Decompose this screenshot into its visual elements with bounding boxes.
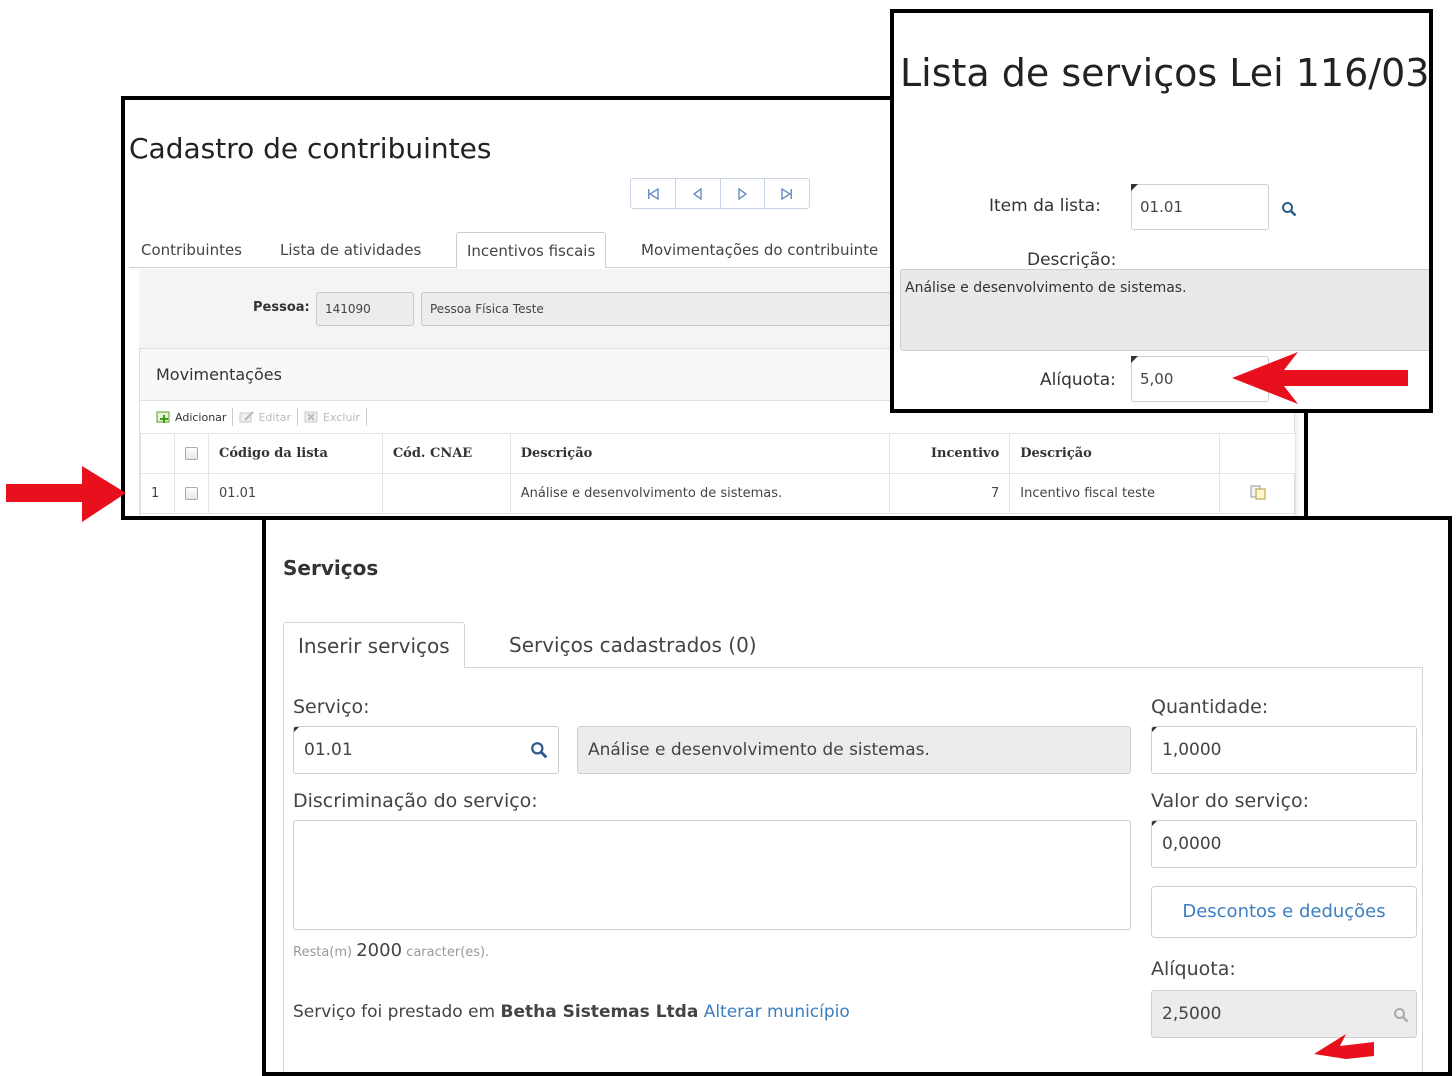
servicos-panel: Serviços Inserir serviços Serviços cadas… <box>262 516 1452 1076</box>
prestado-company: Betha Sistemas Ltda <box>500 1002 699 1022</box>
delete-button[interactable]: Excluir <box>298 408 367 426</box>
page-title: Cadastro de contribuintes <box>129 132 492 165</box>
section-title: Movimentações <box>156 365 282 384</box>
col-cod-cnae[interactable]: Cód. CNAE <box>381 433 511 474</box>
annotation-arrow-aliquota <box>1232 352 1408 404</box>
cell-descricao: Análise e desenvolvimento de sistemas. <box>509 473 891 514</box>
quantidade-field[interactable]: 1,0000 <box>1151 726 1417 774</box>
valor-label: Valor do serviço: <box>1151 790 1310 812</box>
table-row[interactable]: 1 01.01 Análise e desenvolvimento de sis… <box>140 473 1296 514</box>
aliquota-field: 2,5000 <box>1151 990 1417 1038</box>
valor-field[interactable]: 0,0000 <box>1151 820 1417 868</box>
edit-icon <box>239 411 255 423</box>
cell-cnae <box>381 473 511 514</box>
descontos-deducoes-button[interactable]: Descontos e deduções <box>1151 886 1417 938</box>
row-checkbox[interactable] <box>184 487 198 500</box>
aliquota-label: Alíquota: <box>1040 370 1116 390</box>
pessoa-name-field: Pessoa Física Teste <box>421 292 901 326</box>
add-icon <box>156 411 170 423</box>
col-codigo-lista[interactable]: Código da lista <box>207 433 383 474</box>
table-header-row: Código da lista Cód. CNAE Descrição Ince… <box>140 433 1296 474</box>
servico-label: Serviço: <box>293 696 370 718</box>
col-descricao-incentivo[interactable]: Descrição <box>1009 433 1221 474</box>
edit-button-label: Editar <box>258 410 292 424</box>
annotation-arrow-bottom <box>1314 1034 1374 1059</box>
cell-codigo: 01.01 <box>207 473 383 514</box>
char-counter: Resta(m) 2000 caracter(es). <box>293 940 489 961</box>
alterar-municipio-link[interactable]: Alterar município <box>704 1002 850 1022</box>
annotation-arrow-row <box>6 466 126 522</box>
search-icon[interactable] <box>1281 201 1297 217</box>
copy-icon[interactable] <box>1249 484 1267 500</box>
panel-title: Serviços <box>283 556 379 580</box>
tab-contribuintes[interactable]: Contribuintes <box>131 232 252 268</box>
char-counter-prefix: Resta(m) <box>293 945 353 960</box>
descricao-label: Descrição: <box>1027 250 1117 270</box>
delete-button-label: Excluir <box>323 410 360 424</box>
valor-value: 0,0000 <box>1162 834 1222 854</box>
quantidade-value: 1,0000 <box>1162 740 1222 760</box>
panel-title: Lista de serviços Lei 116/03 <box>900 51 1430 95</box>
prev-icon <box>692 187 702 200</box>
item-lista-label: Item da lista: <box>989 196 1101 216</box>
record-navigation <box>630 178 810 209</box>
tab-inserir-servicos[interactable]: Inserir serviços <box>283 622 465 668</box>
search-icon[interactable] <box>530 741 548 759</box>
prestado-prefix: Serviço foi prestado em <box>293 1002 496 1022</box>
col-incentivo[interactable]: Incentivo <box>889 433 1011 474</box>
char-counter-count: 2000 <box>356 940 403 961</box>
item-lista-value: 01.01 <box>1140 198 1183 216</box>
row-select-cell <box>173 473 209 514</box>
aliquota-label: Alíquota: <box>1151 958 1236 980</box>
servico-code-field[interactable]: 01.01 <box>293 726 559 774</box>
movimentacoes-table: Código da lista Cód. CNAE Descrição Ince… <box>140 433 1296 514</box>
prev-record-button[interactable] <box>676 179 721 208</box>
last-record-button[interactable] <box>765 179 809 208</box>
cell-incentivo: 7 <box>889 473 1011 514</box>
next-icon <box>738 187 748 200</box>
delete-icon <box>304 411 318 423</box>
quantidade-label: Quantidade: <box>1151 696 1269 718</box>
servico-desc-field: Análise e desenvolvimento de sistemas. <box>577 726 1131 774</box>
col-actions <box>1219 433 1296 474</box>
descricao-field: Análise e desenvolvimento de sistemas. <box>900 269 1429 351</box>
add-button[interactable]: Adicionar <box>150 408 234 426</box>
discriminacao-label: Discriminação do serviço: <box>293 790 538 812</box>
search-icon[interactable] <box>1393 1007 1409 1023</box>
tab-movimentacoes[interactable]: Movimentações do contribuinte <box>631 232 888 268</box>
tab-lista-atividades[interactable]: Lista de atividades <box>270 232 431 268</box>
discriminacao-textarea[interactable] <box>293 820 1131 930</box>
add-button-label: Adicionar <box>175 410 227 424</box>
field-corner-marker <box>1152 821 1158 827</box>
tab-bar: Inserir serviços Serviços cadastrados (0… <box>283 622 1423 668</box>
select-all-header <box>173 433 209 474</box>
field-corner-marker <box>1152 727 1158 733</box>
field-corner-marker <box>1131 184 1138 191</box>
select-all-checkbox[interactable] <box>184 447 198 460</box>
row-number-header <box>140 433 175 474</box>
first-icon <box>647 187 659 200</box>
last-icon <box>781 187 793 200</box>
cell-actions <box>1219 473 1296 514</box>
servico-code-value: 01.01 <box>304 740 353 760</box>
field-corner-marker <box>294 727 300 733</box>
row-number: 1 <box>140 473 175 514</box>
edit-button[interactable]: Editar <box>233 408 299 426</box>
field-corner-marker <box>1131 356 1138 363</box>
aliquota-value: 5,00 <box>1140 370 1174 388</box>
pessoa-label: Pessoa: <box>253 300 310 315</box>
tab-servicos-cadastrados[interactable]: Serviços cadastrados (0) <box>495 622 771 668</box>
next-record-button[interactable] <box>721 179 766 208</box>
cell-descricao-incentivo: Incentivo fiscal teste <box>1009 473 1221 514</box>
prestado-info: Serviço foi prestado em Betha Sistemas L… <box>293 1002 850 1022</box>
item-lista-field[interactable]: 01.01 <box>1131 184 1269 230</box>
first-record-button[interactable] <box>631 179 676 208</box>
grid-toolbar: Adicionar Editar Excluir <box>150 405 367 429</box>
char-counter-suffix: caracter(es). <box>406 945 490 960</box>
col-descricao[interactable]: Descrição <box>509 433 891 474</box>
tab-incentivos-fiscais[interactable]: Incentivos fiscais <box>456 232 607 268</box>
pessoa-code-field[interactable]: 141090 <box>316 292 414 326</box>
